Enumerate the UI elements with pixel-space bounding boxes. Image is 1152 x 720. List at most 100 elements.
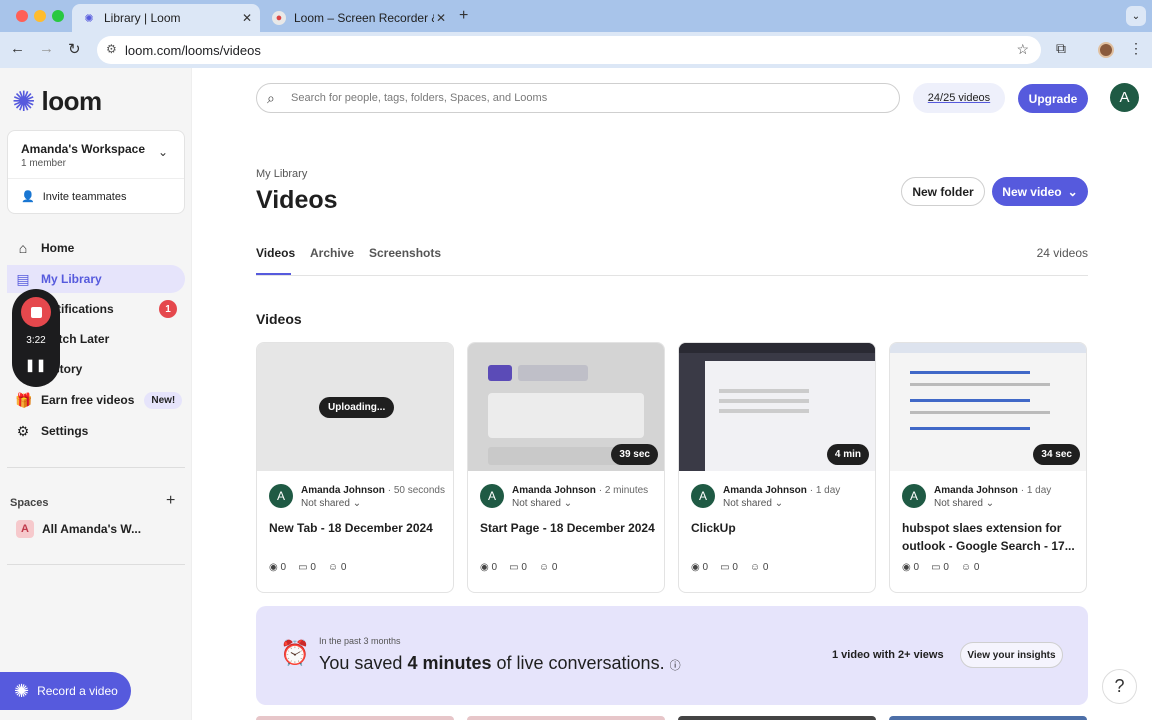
comments-count: 0	[310, 562, 316, 573]
space-label: All Amanda's W...	[42, 522, 142, 536]
time-saved: 4 minutes	[407, 653, 492, 673]
info-icon[interactable]: ⓘ	[670, 660, 681, 672]
user-avatar[interactable]: A	[1110, 83, 1139, 112]
comment-icon: ▭	[931, 562, 941, 573]
forward-icon[interactable]: →	[39, 40, 54, 57]
gift-icon: 🎁	[15, 391, 33, 408]
active-tab-underline	[256, 273, 291, 275]
section-title: Videos	[256, 311, 302, 327]
tab-videos[interactable]: Videos	[256, 246, 295, 260]
tab-screenshots[interactable]: Screenshots	[369, 246, 441, 260]
reactions-stat: ☺ 0	[539, 562, 558, 573]
logo-wordmark: loom	[41, 86, 102, 116]
share-status: Not shared	[934, 498, 983, 509]
close-window-button[interactable]	[16, 10, 28, 22]
chevron-down-icon: ⌄	[774, 498, 784, 509]
space-item-all[interactable]: A All Amanda's W...	[16, 520, 141, 538]
share-status: Not shared	[512, 498, 561, 509]
views-count: 0	[702, 562, 709, 573]
search-input[interactable]: ⌕ Search for people, tags, folders, Spac…	[256, 83, 900, 113]
minimize-window-button[interactable]	[34, 10, 46, 22]
video-title[interactable]: New Tab - 18 December 2024	[269, 519, 445, 537]
author-name: Amanda Johnson	[301, 485, 385, 496]
address-bar[interactable]: ⚙ loom.com/looms/videos ☆	[97, 36, 1041, 64]
video-card-peek	[678, 716, 876, 720]
workspace-chevron-down-icon[interactable]: ⌄	[158, 145, 168, 159]
browser-profile-avatar[interactable]	[1098, 42, 1114, 58]
chevron-down-icon: ⌄	[985, 498, 995, 509]
new-folder-button[interactable]: New folder	[901, 177, 985, 206]
sidebar-item-settings[interactable]: ⚙ Settings	[7, 417, 185, 445]
extensions-icon[interactable]: ⧉	[1056, 40, 1066, 57]
video-card[interactable]: Uploading... A Amanda Johnson · 50 secon…	[256, 342, 454, 593]
video-title[interactable]: hubspot slaes extension for outlook - Go…	[902, 519, 1078, 555]
new-video-button[interactable]: New video ⌄	[992, 177, 1088, 206]
tab-search-icon[interactable]: ⌄	[1126, 6, 1146, 26]
loom-logo[interactable]: ✺ loom	[12, 86, 102, 117]
video-thumbnail[interactable]: 4 min	[679, 343, 875, 471]
add-person-icon: 👤	[21, 191, 35, 203]
thumbnail-detail	[719, 409, 809, 413]
video-card[interactable]: 39 sec A Amanda Johnson · 2 minutes Not …	[467, 342, 665, 593]
share-status-dropdown[interactable]: Not shared ⌄	[301, 498, 361, 509]
video-quota-pill[interactable]: 24/25 videos	[913, 83, 1005, 113]
author-line: Amanda Johnson · 50 seconds	[301, 485, 445, 496]
video-card[interactable]: 34 sec A Amanda Johnson · 1 day Not shar…	[889, 342, 1087, 593]
invite-teammates-button[interactable]: 👤 Invite teammates	[21, 190, 126, 204]
breadcrumb[interactable]: My Library	[256, 168, 307, 180]
views-count: 0	[913, 562, 920, 573]
browser-tab-library[interactable]: ✺ Library | Loom ✕	[72, 4, 260, 32]
video-age: 1 day	[1026, 485, 1052, 496]
thumbnail-detail	[910, 411, 1050, 414]
views-stat: ◉ 0	[269, 562, 286, 573]
uploading-badge: Uploading...	[319, 397, 395, 418]
video-card[interactable]: 4 min A Amanda Johnson · 1 day Not share…	[678, 342, 876, 593]
new-tab-icon[interactable]: +	[459, 7, 468, 25]
divider	[7, 467, 185, 468]
reactions-count: 0	[551, 562, 558, 573]
comments-stat: ▭ 0	[720, 562, 738, 573]
close-tab-icon[interactable]: ✕	[436, 11, 446, 25]
video-title[interactable]: ClickUp	[691, 519, 867, 537]
workspace-card: Amanda's Workspace 1 member ⌄ 👤 Invite t…	[7, 130, 185, 214]
share-status-dropdown[interactable]: Not shared ⌄	[512, 498, 572, 509]
insights-banner: ⏰ In the past 3 months You saved 4 minut…	[256, 606, 1088, 705]
reload-icon[interactable]: ↻	[68, 40, 81, 58]
stop-recording-button[interactable]	[21, 297, 51, 327]
library-icon: ▤	[16, 270, 30, 287]
add-space-icon[interactable]: +	[166, 492, 175, 510]
browser-tab-loom-extension[interactable]: ● Loom – Screen Recorder & Sc ✕	[262, 4, 454, 32]
upgrade-button[interactable]: Upgrade	[1018, 84, 1088, 113]
comments-stat: ▭ 0	[298, 562, 316, 573]
main-content: ⌕ Search for people, tags, folders, Spac…	[192, 68, 1152, 720]
back-icon[interactable]: ←	[10, 40, 25, 57]
sidebar-item-earn-free-videos[interactable]: 🎁 Earn free videos New!	[7, 386, 185, 414]
video-count: 24 videos	[1036, 246, 1088, 260]
workspace-name[interactable]: Amanda's Workspace	[21, 142, 145, 156]
sidebar: ✺ loom Amanda's Workspace 1 member ⌄ 👤 I…	[0, 68, 192, 720]
video-thumbnail[interactable]: Uploading...	[257, 343, 453, 471]
view-insights-button[interactable]: View your insights	[960, 642, 1063, 668]
library-tabs: Videos Archive Screenshots 24 videos	[256, 244, 1088, 276]
zoom-window-button[interactable]	[52, 10, 64, 22]
notification-count-badge: 1	[159, 300, 177, 318]
video-title[interactable]: Start Page - 18 December 2024	[480, 519, 656, 537]
pause-recording-button[interactable]: ❚❚	[12, 358, 60, 372]
site-settings-icon[interactable]: ⚙	[106, 42, 117, 56]
video-thumbnail[interactable]: 39 sec	[468, 343, 664, 471]
record-video-button[interactable]: ✺ Record a video	[0, 672, 131, 710]
sidebar-item-home[interactable]: ⌂ Home	[7, 234, 185, 262]
insights-period: In the past 3 months	[319, 636, 401, 646]
tab-archive[interactable]: Archive	[310, 246, 354, 260]
page-title: Videos	[256, 186, 338, 214]
bookmark-star-icon[interactable]: ☆	[1016, 41, 1029, 58]
video-thumbnail[interactable]: 34 sec	[890, 343, 1086, 471]
chevron-down-icon: ⌄	[1067, 184, 1078, 199]
help-button[interactable]: ?	[1102, 669, 1137, 704]
browser-menu-icon[interactable]: ⋮	[1129, 40, 1143, 57]
share-status-dropdown[interactable]: Not shared ⌄	[934, 498, 994, 509]
close-tab-icon[interactable]: ✕	[242, 11, 252, 25]
share-status: Not shared	[301, 498, 350, 509]
share-status-dropdown[interactable]: Not shared ⌄	[723, 498, 783, 509]
smiley-icon: ☺	[327, 562, 339, 573]
